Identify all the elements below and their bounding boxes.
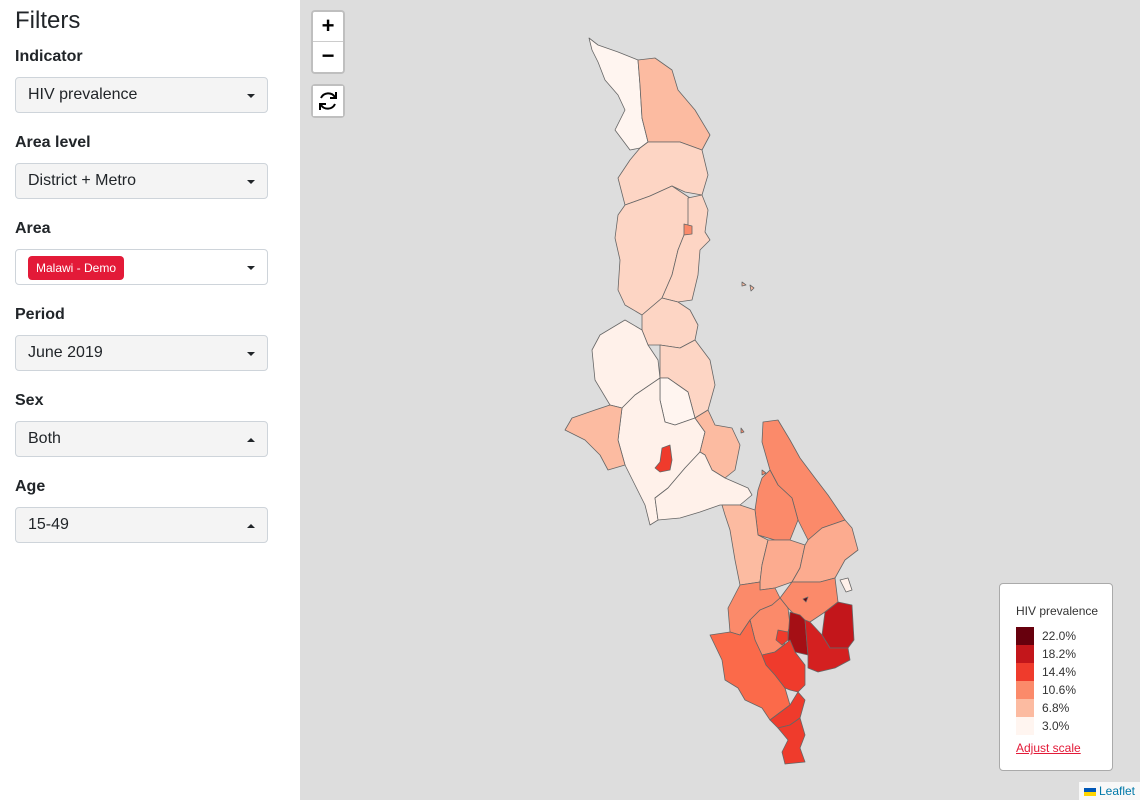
legend-title: HIV prevalence — [1016, 604, 1099, 618]
map-attribution: Leaflet — [1078, 782, 1140, 800]
indicator-select[interactable]: HIV prevalence — [15, 77, 268, 113]
legend-swatch — [1016, 645, 1034, 663]
district-region[interactable] — [588, 37, 649, 151]
district-region[interactable] — [749, 284, 755, 292]
period-select[interactable]: June 2019 — [15, 335, 268, 371]
caret-down-icon — [247, 266, 255, 270]
legend-label: 22.0% — [1042, 629, 1077, 643]
legend-label: 6.8% — [1042, 701, 1070, 715]
refresh-icon — [319, 92, 337, 110]
caret-down-icon — [247, 352, 255, 356]
sex-select[interactable]: Both — [15, 421, 268, 457]
age-value: 15-49 — [28, 516, 69, 533]
district-region[interactable] — [741, 281, 747, 287]
district-region[interactable] — [839, 577, 853, 593]
caret-down-icon — [247, 180, 255, 184]
zoom-in-button[interactable]: + — [313, 12, 343, 42]
sex-label: Sex — [15, 392, 44, 409]
leaflet-link[interactable]: Leaflet — [1099, 784, 1135, 798]
legend-swatch — [1016, 627, 1034, 645]
caret-down-icon — [247, 94, 255, 98]
area-level-value: District + Metro — [28, 172, 137, 189]
indicator-label: Indicator — [15, 48, 83, 65]
area-level-select[interactable]: District + Metro — [15, 163, 268, 199]
district-region[interactable] — [683, 223, 693, 236]
legend-swatch — [1016, 717, 1034, 735]
district-region[interactable] — [564, 404, 626, 471]
reset-view-button[interactable] — [313, 86, 343, 116]
area-tag[interactable]: Malawi - Demo — [28, 256, 125, 280]
district-region[interactable] — [740, 427, 745, 434]
legend-swatch — [1016, 681, 1034, 699]
age-select[interactable]: 15-49 — [15, 507, 268, 543]
legend-swatch — [1016, 663, 1034, 681]
legend-label: 14.4% — [1042, 665, 1077, 679]
filters-sidebar: Filters Indicator HIV prevalence Area le… — [0, 0, 300, 800]
caret-up-icon — [247, 524, 255, 528]
area-level-label: Area level — [15, 134, 91, 151]
map-legend: HIV prevalence 22.0% 18.2% 14.4% 10.6% 6… — [999, 583, 1113, 771]
area-select[interactable]: Malawi - Demo — [15, 249, 268, 285]
adjust-scale-link[interactable]: Adjust scale — [1016, 741, 1081, 755]
sex-value: Both — [28, 430, 61, 447]
indicator-value: HIV prevalence — [28, 86, 138, 103]
zoom-control: + − — [311, 10, 345, 74]
caret-up-icon — [247, 438, 255, 442]
age-label: Age — [15, 478, 46, 495]
period-label: Period — [15, 306, 65, 323]
area-label: Area — [15, 220, 51, 237]
legend-label: 10.6% — [1042, 683, 1077, 697]
period-value: June 2019 — [28, 344, 103, 361]
district-region[interactable] — [637, 57, 711, 151]
legend-swatch — [1016, 699, 1034, 717]
zoom-out-button[interactable]: − — [313, 42, 343, 72]
ukraine-flag-icon — [1083, 788, 1096, 796]
filters-title: Filters — [15, 7, 81, 34]
legend-label: 3.0% — [1042, 719, 1070, 733]
choropleth-map[interactable]: + − HIV prevalence 22.0% 18.2% 14.4% 10.… — [300, 0, 1140, 800]
legend-label: 18.2% — [1042, 647, 1077, 661]
reset-view-control — [311, 84, 345, 118]
